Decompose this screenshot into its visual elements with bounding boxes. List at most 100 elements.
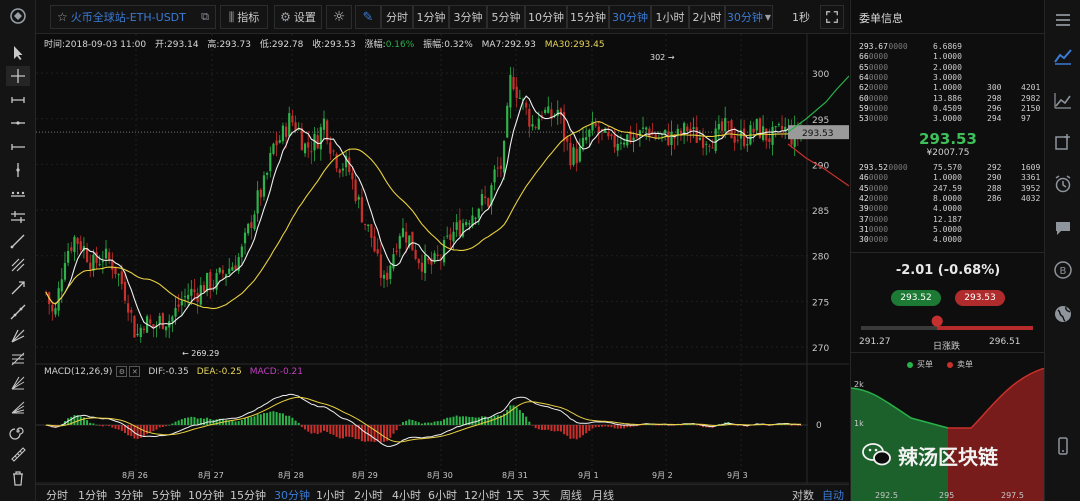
cursor-icon[interactable] (6, 43, 30, 63)
bottom-tf-11[interactable]: 12小时 (464, 487, 500, 501)
bottom-tf-6[interactable]: 30分钟 (274, 487, 310, 501)
ask-row[interactable]: 62 0000 1.0000 300 4201 (851, 83, 1045, 93)
bottom-tf-1[interactable]: 1分钟 (78, 487, 107, 501)
fan-tool-icon[interactable] (6, 397, 30, 417)
draw-button[interactable]: ✎ (355, 5, 381, 29)
trash-icon[interactable] (6, 468, 30, 488)
candle-chart-icon[interactable] (1051, 88, 1075, 112)
timeframe-dropdown[interactable]: 30分钟 ▼ (725, 5, 773, 29)
macd-bar (534, 425, 537, 429)
bid-row[interactable]: 46 0000 1.0000 290 3361 (851, 173, 1045, 183)
parallel-channel-icon[interactable] (6, 207, 30, 227)
x-tick: 8月 28 (278, 471, 304, 480)
ask-row[interactable]: 65 0000 2.0000 (851, 63, 1045, 73)
log-scale-button[interactable]: 对数 (792, 487, 814, 501)
bottom-tf-4[interactable]: 10分钟 (188, 487, 224, 501)
auto-scale-button[interactable]: 自动 (822, 487, 844, 501)
fan-lines-icon[interactable] (6, 326, 30, 346)
tf-0[interactable]: 分时 (381, 5, 413, 29)
candle-body (51, 304, 54, 312)
ask-pill[interactable]: 293.53 (955, 290, 1005, 306)
ray-line-icon[interactable] (6, 137, 30, 157)
ruler-icon[interactable] (6, 444, 30, 464)
fibonacci-icon[interactable] (6, 349, 30, 369)
bid-row[interactable]: 37 0000 12.187 (851, 215, 1045, 225)
tf-5[interactable]: 15分钟 (567, 5, 609, 29)
globe-icon[interactable] (1051, 302, 1075, 326)
segment-tool-icon[interactable] (6, 90, 30, 110)
price-chart[interactable]: 3002952902852802752708月 26 8月 27 8月 28 8月 2… (36, 34, 849, 501)
ask-row[interactable]: 64 0000 3.0000 (851, 73, 1045, 83)
ask-cell: 1.0000 (933, 52, 962, 62)
bottom-tf-14[interactable]: 周线 (560, 487, 582, 501)
tf-3[interactable]: 5分钟 (487, 5, 525, 29)
tf-2[interactable]: 3分钟 (449, 5, 487, 29)
indicators-button[interactable]: ⫼ 指标 (220, 5, 268, 29)
bottom-tf-0[interactable]: 分时 (46, 487, 68, 501)
bottom-tf-9[interactable]: 4小时 (392, 487, 421, 501)
fullscreen-button[interactable] (820, 5, 844, 29)
bid-pill[interactable]: 293.52 (891, 290, 941, 306)
chat-icon[interactable] (1051, 216, 1075, 240)
line-chart-icon[interactable] (1051, 44, 1075, 68)
bid-row[interactable]: 45 0000 247.59 288 3952 (851, 184, 1045, 194)
candle-body (446, 235, 449, 237)
bottom-tf-12[interactable]: 1天 (506, 487, 524, 501)
crosshair-icon[interactable] (6, 66, 30, 86)
tf-8[interactable]: 2小时 (689, 5, 725, 29)
gann-icon[interactable] (6, 373, 30, 393)
macd-close-icon[interactable]: ✕ (129, 366, 141, 377)
horizontal-line-icon[interactable] (6, 113, 30, 133)
day-range-fill (937, 326, 1033, 330)
ask-row[interactable]: 66 0000 1.0000 (851, 52, 1045, 62)
phone-icon[interactable] (1051, 434, 1075, 458)
spiral-icon[interactable] (6, 421, 30, 441)
macd-bar (439, 421, 442, 425)
bid-row[interactable]: 30 0000 4.0000 (851, 235, 1045, 245)
external-link-icon[interactable]: ⧉ (201, 10, 209, 24)
bottom-tf-15[interactable]: 月线 (592, 487, 614, 501)
star-icon[interactable]: ☆ (57, 10, 68, 24)
bid-row[interactable]: 42 0000 8.0000 286 4032 (851, 194, 1045, 204)
macd-title: MACD(12,26,9) (44, 366, 113, 377)
bid-row[interactable]: 293.52 0000 75.570 292 1609 (851, 163, 1045, 173)
bottom-tf-5[interactable]: 15分钟 (230, 487, 266, 501)
symbol-selector[interactable]: ☆ 火币全球站-ETH-USDT ⧉ (50, 5, 216, 29)
tf-1[interactable]: 1分钟 (413, 5, 449, 29)
macd-bar (234, 421, 237, 425)
theme-button[interactable]: ☼ (326, 5, 352, 29)
tf-4[interactable]: 10分钟 (525, 5, 567, 29)
bottom-tf-10[interactable]: 6小时 (428, 487, 457, 501)
bottom-tf-3[interactable]: 5分钟 (152, 487, 181, 501)
price-tag: 293.53 (802, 129, 834, 139)
macd-settings-icon[interactable]: ⚙ (116, 366, 128, 377)
bottom-tf-2[interactable]: 3分钟 (114, 487, 143, 501)
ask-row[interactable]: 293.67 0000 6.6869 (851, 42, 1045, 52)
bitcoin-icon[interactable]: B (1051, 258, 1075, 282)
refresh-rate[interactable]: 1秒 (786, 5, 816, 29)
trend-line-icon[interactable] (6, 231, 30, 251)
chart-toolbar: ☆ 火币全球站-ETH-USDT ⧉ ⫼ 指标 ⚙ 设置 ☼ ✎ 分时 1分钟 … (36, 0, 849, 34)
ask-row[interactable]: 59 0000 0.4509 296 2150 (851, 104, 1045, 114)
vertical-line-icon[interactable] (6, 160, 30, 180)
bid-row[interactable]: 31 0000 5.0000 (851, 225, 1045, 235)
alarm-clock-icon[interactable] (1051, 172, 1075, 196)
settings-button[interactable]: ⚙ 设置 (274, 5, 322, 29)
ask-row[interactable]: 53 0000 3.0000 294 97 (851, 114, 1045, 124)
ask-row[interactable]: 60 0000 13.886 298 2982 (851, 94, 1045, 104)
tf-7[interactable]: 1小时 (651, 5, 689, 29)
bottom-tf-7[interactable]: 1小时 (316, 487, 345, 501)
bottom-tf-13[interactable]: 3天 (532, 487, 550, 501)
add-window-icon[interactable] (1051, 130, 1075, 154)
macd-bar (237, 421, 240, 425)
bottom-tf-8[interactable]: 2小时 (354, 487, 383, 501)
arrow-line-icon[interactable] (6, 278, 30, 298)
tf-6[interactable]: 30分钟 (609, 5, 651, 29)
pitchfork-icon[interactable] (6, 255, 30, 275)
info-amplitude: 振幅:0.32% (423, 40, 473, 50)
price-line-icon[interactable] (6, 184, 30, 204)
extended-line-icon[interactable] (6, 302, 30, 322)
candle-body (79, 241, 82, 250)
menu-icon[interactable] (1051, 8, 1075, 32)
bid-row[interactable]: 39 0000 4.0000 (851, 204, 1045, 214)
